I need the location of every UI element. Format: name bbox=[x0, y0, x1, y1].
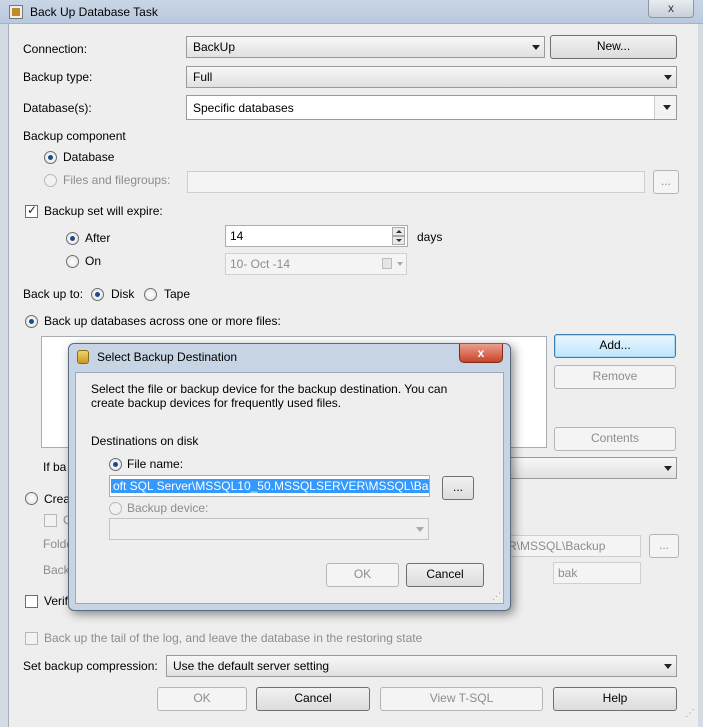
file-name-radio[interactable] bbox=[109, 458, 122, 471]
title-bar: Back Up Database Task x bbox=[0, 0, 703, 24]
chevron-down-icon bbox=[416, 527, 424, 532]
databases-value: Specific databases bbox=[193, 101, 294, 115]
backup-type-value: Full bbox=[193, 70, 213, 84]
files-filegroups-label: Files and filegroups: bbox=[63, 173, 171, 187]
file-name-input[interactable]: oft SQL Server\MSSQL10_50.MSSQLSERVER\MS… bbox=[109, 475, 430, 497]
remove-button[interactable]: Remove bbox=[554, 365, 676, 389]
calendar-icon bbox=[382, 258, 392, 269]
add-button[interactable]: Add... bbox=[554, 334, 676, 358]
dialog-instructions: Select the file or backup device for the… bbox=[91, 382, 448, 410]
disk-label: Disk bbox=[111, 287, 135, 301]
file-browse-button[interactable]: ... bbox=[442, 476, 474, 500]
extension-input[interactable]: bak bbox=[553, 562, 641, 584]
on-label: On bbox=[85, 254, 102, 268]
on-date-value: 10- Oct -14 bbox=[230, 257, 291, 271]
backup-type-label: Backup type: bbox=[23, 70, 93, 84]
spin-down-icon[interactable] bbox=[392, 236, 405, 245]
compression-select[interactable]: Use the default server setting bbox=[166, 655, 677, 677]
contents-button[interactable]: Contents bbox=[554, 427, 676, 451]
backup-device-select[interactable] bbox=[109, 518, 429, 540]
backup-component-label: Backup component bbox=[23, 129, 126, 143]
files-filegroups-input[interactable] bbox=[187, 171, 645, 193]
chevron-down-icon bbox=[663, 105, 671, 110]
view-tsql-button[interactable]: View T-SQL bbox=[380, 687, 543, 711]
dropdown-button[interactable] bbox=[654, 96, 676, 119]
ok-button[interactable]: OK bbox=[157, 687, 247, 711]
destinations-label: Destinations on disk bbox=[91, 434, 199, 448]
chevron-down-icon bbox=[664, 75, 672, 80]
window-close-button[interactable]: x bbox=[648, 0, 694, 18]
chevron-down-icon bbox=[397, 262, 403, 266]
folder-input[interactable]: ER\MSSQL\Backup bbox=[495, 535, 641, 557]
database-radio[interactable] bbox=[44, 151, 57, 164]
after-days-value: 14 bbox=[230, 229, 244, 243]
expire-checkbox[interactable] bbox=[25, 203, 38, 218]
tape-radio[interactable] bbox=[144, 288, 157, 301]
create-radio[interactable] bbox=[25, 492, 38, 505]
backup-type-select[interactable]: Full bbox=[186, 66, 677, 88]
database-radio-label: Database bbox=[63, 150, 115, 164]
file-name-label: File name: bbox=[127, 457, 184, 471]
databases-label: Database(s): bbox=[23, 101, 92, 115]
backup-device-radio[interactable] bbox=[109, 502, 122, 515]
days-label: days bbox=[417, 230, 443, 244]
dialog-resize-grip-icon[interactable]: ⋰ bbox=[492, 591, 501, 602]
file-name-value: oft SQL Server\MSSQL10_50.MSSQLSERVER\MS… bbox=[111, 479, 429, 493]
new-connection-button[interactable]: New... bbox=[550, 35, 677, 59]
select-backup-destination-dialog: Select Backup Destination x Select the f… bbox=[68, 343, 511, 611]
backup-device-label: Backup device: bbox=[127, 501, 209, 515]
verify-label: Verif bbox=[44, 594, 69, 608]
expire-label: Backup set will expire: bbox=[44, 204, 163, 218]
folder-browse-button[interactable]: ... bbox=[649, 534, 679, 558]
after-radio[interactable] bbox=[66, 232, 79, 245]
dialog-ok-button[interactable]: OK bbox=[326, 563, 399, 587]
cancel-button[interactable]: Cancel bbox=[256, 687, 370, 711]
if-backup-select[interactable] bbox=[505, 457, 677, 479]
chevron-down-icon bbox=[664, 664, 672, 669]
folder-value: ER\MSSQL\Backup bbox=[500, 539, 606, 553]
on-date-picker[interactable]: 10- Oct -14 bbox=[225, 253, 407, 275]
if-backup-label: If ba bbox=[43, 460, 67, 474]
database-icon bbox=[77, 350, 89, 364]
disk-radio[interactable] bbox=[91, 288, 104, 301]
files-filegroups-radio[interactable] bbox=[44, 174, 57, 187]
create-label: Crea bbox=[44, 492, 71, 506]
resize-grip-icon[interactable]: ⋰ bbox=[685, 708, 699, 722]
connection-select[interactable]: BackUp bbox=[186, 36, 545, 58]
tail-log-label: Back up the tail of the log, and leave t… bbox=[44, 631, 423, 645]
dialog-content: Select the file or backup device for the… bbox=[75, 372, 504, 604]
compression-value: Use the default server setting bbox=[173, 659, 330, 673]
files-browse-button[interactable]: ... bbox=[653, 170, 679, 194]
tail-log-checkbox[interactable] bbox=[25, 632, 38, 645]
window-title: Back Up Database Task bbox=[30, 5, 158, 19]
spin-up-icon[interactable] bbox=[392, 227, 405, 236]
dialog-cancel-button[interactable]: Cancel bbox=[406, 563, 484, 587]
app-icon bbox=[9, 5, 23, 19]
databases-select[interactable]: Specific databases bbox=[186, 95, 677, 120]
compression-label: Set backup compression: bbox=[23, 659, 158, 673]
dialog-title: Select Backup Destination bbox=[97, 350, 238, 364]
after-days-input[interactable]: 14 bbox=[225, 225, 408, 247]
help-button[interactable]: Help bbox=[553, 687, 677, 711]
backup-to-label: Back up to: bbox=[23, 287, 84, 301]
after-label: After bbox=[85, 231, 111, 245]
verify-checkbox[interactable] bbox=[25, 595, 38, 608]
across-files-radio[interactable] bbox=[25, 315, 38, 328]
across-files-label: Back up databases across one or more fil… bbox=[44, 314, 281, 328]
connection-value: BackUp bbox=[193, 40, 236, 54]
sub-option-checkbox[interactable] bbox=[44, 514, 57, 527]
chevron-down-icon bbox=[664, 466, 672, 471]
extension-value: bak bbox=[558, 566, 578, 580]
on-radio[interactable] bbox=[66, 255, 79, 268]
tape-label: Tape bbox=[164, 287, 191, 301]
connection-label: Connection: bbox=[23, 42, 88, 56]
chevron-down-icon bbox=[532, 45, 540, 50]
dialog-close-button[interactable]: x bbox=[459, 344, 503, 363]
